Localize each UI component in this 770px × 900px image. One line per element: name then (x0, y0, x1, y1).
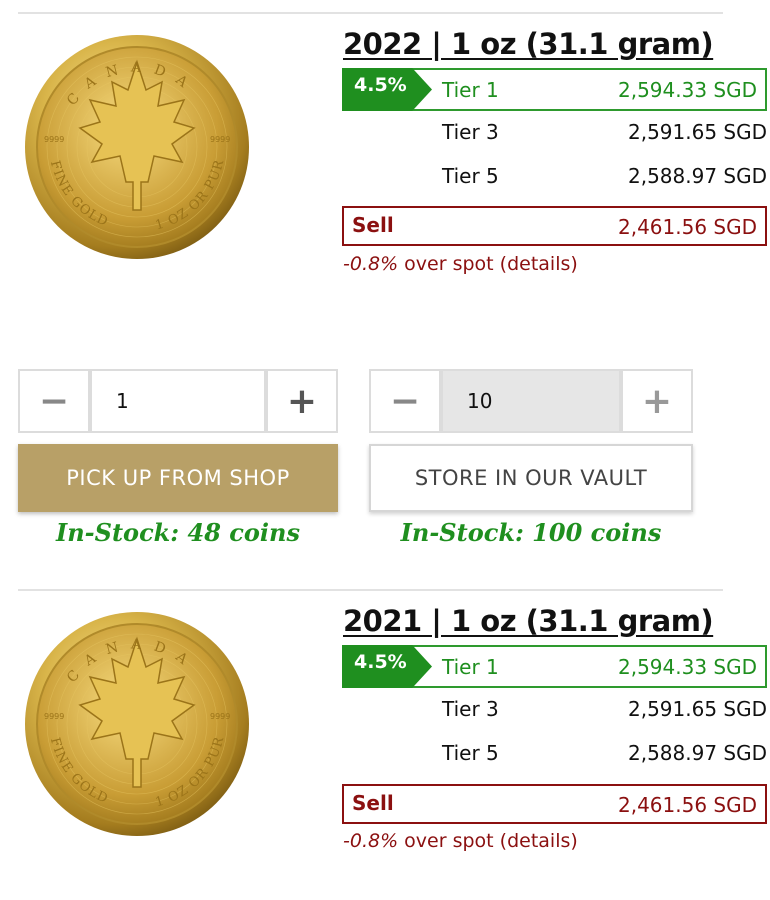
tier5-label: Tier 5 (442, 741, 499, 765)
sell-price: 2,461.56 SGD (617, 215, 757, 239)
svg-text:9999: 9999 (44, 135, 64, 144)
discount-badge: 4.5% (342, 68, 432, 111)
tier3-label: Tier 3 (442, 697, 499, 721)
top-divider (18, 12, 723, 14)
over-spot-text: over spot (details) (398, 253, 578, 275)
minus-icon: − (38, 380, 70, 422)
pickup-quantity-stepper: − 1 + (18, 369, 338, 433)
over-spot-percent: -0.8% (343, 253, 399, 275)
plus-icon: + (286, 380, 318, 422)
sell-price: 2,461.56 SGD (617, 793, 757, 817)
tier5-price-row: Tier 5 2,588.97 SGD (342, 164, 767, 194)
vault-decrement-button[interactable]: − (369, 369, 441, 433)
tier5-price-row: Tier 5 2,588.97 SGD (342, 741, 767, 771)
tier1-price: 2,594.33 SGD (617, 78, 757, 102)
tier3-price: 2,591.65 SGD (627, 120, 767, 144)
coin-image-2021[interactable]: CANADA 9999 9999 FINE GOLD 1 OZ OR PUR (22, 609, 252, 839)
over-spot-percent: -0.8% (343, 830, 399, 852)
vault-stock-status: In-Stock: 100 coins (400, 518, 662, 547)
tier3-price: 2,591.65 SGD (627, 697, 767, 721)
tier5-label: Tier 5 (442, 164, 499, 188)
discount-badge: 4.5% (342, 645, 432, 688)
sell-price-row: Sell 2,461.56 SGD (342, 206, 767, 246)
pickup-quantity-input[interactable]: 1 (90, 369, 266, 433)
tier3-label: Tier 3 (442, 120, 499, 144)
vault-quantity-input[interactable]: 10 (441, 369, 621, 433)
coin-image-2022[interactable]: CANADA 9999 9999 FINE GOLD 1 OZ OR PUR (22, 32, 252, 262)
tier1-price: 2,594.33 SGD (617, 655, 757, 679)
over-spot-text: over spot (details) (398, 830, 578, 852)
pick-up-from-shop-button[interactable]: PICK UP FROM SHOP (18, 444, 338, 512)
pickup-decrement-button[interactable]: − (18, 369, 90, 433)
store-in-vault-button[interactable]: STORE IN OUR VAULT (369, 444, 693, 512)
over-spot-link[interactable]: -0.8% over spot (details) (343, 830, 578, 852)
sell-price-row: Sell 2,461.56 SGD (342, 784, 767, 824)
tier3-price-row: Tier 3 2,591.65 SGD (342, 120, 767, 150)
svg-text:9999: 9999 (210, 712, 230, 721)
product-divider (18, 589, 723, 591)
svg-text:9999: 9999 (210, 135, 230, 144)
minus-icon: − (389, 380, 421, 422)
product-title-2022[interactable]: 2022 | 1 oz (31.1 gram) (343, 27, 714, 61)
tier1-price-row: 4.5% Tier 1 2,594.33 SGD (342, 645, 767, 688)
tier1-label: Tier 1 (442, 655, 499, 679)
pickup-increment-button[interactable]: + (266, 369, 338, 433)
vault-quantity-stepper: − 10 + (369, 369, 693, 433)
tier5-price: 2,588.97 SGD (627, 741, 767, 765)
tier3-price-row: Tier 3 2,591.65 SGD (342, 697, 767, 727)
pickup-stock-status: In-Stock: 48 coins (56, 518, 300, 547)
tier1-label: Tier 1 (442, 78, 499, 102)
svg-text:9999: 9999 (44, 712, 64, 721)
product-title-2021[interactable]: 2021 | 1 oz (31.1 gram) (343, 604, 714, 638)
vault-increment-button[interactable]: + (621, 369, 693, 433)
plus-icon: + (641, 380, 673, 422)
tier5-price: 2,588.97 SGD (627, 164, 767, 188)
over-spot-link[interactable]: -0.8% over spot (details) (343, 253, 578, 275)
sell-label: Sell (352, 213, 394, 237)
tier1-price-row: 4.5% Tier 1 2,594.33 SGD (342, 68, 767, 111)
sell-label: Sell (352, 791, 394, 815)
